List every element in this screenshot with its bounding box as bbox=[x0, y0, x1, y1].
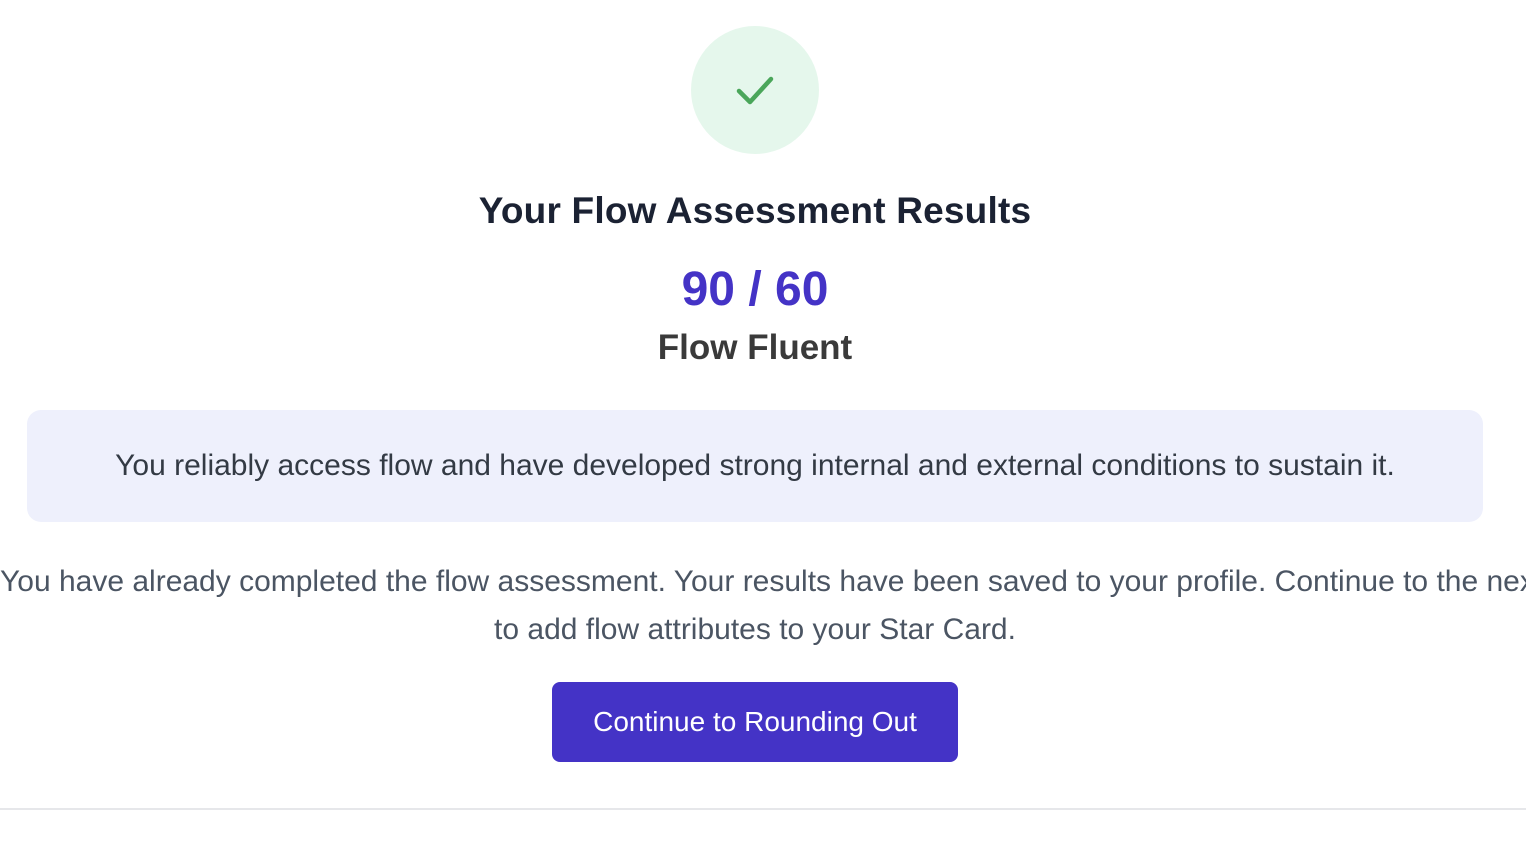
completion-info-line-1: You have already completed the flow asse… bbox=[0, 565, 1526, 598]
level-description-panel: You reliably access flow and have develo… bbox=[27, 410, 1483, 522]
divider bbox=[0, 808, 1526, 810]
score-value: 90 / 60 bbox=[681, 263, 829, 316]
success-badge bbox=[691, 26, 819, 154]
flow-level: Flow Fluent bbox=[657, 328, 853, 367]
level-description: You reliably access flow and have develo… bbox=[115, 449, 1395, 482]
assessment-results-page: Your Flow Assessment Results 90 / 60 Flo… bbox=[0, 0, 1526, 848]
completion-info: You have already completed the flow asse… bbox=[0, 558, 1526, 654]
continue-to-rounding-out-button[interactable]: Continue to Rounding Out bbox=[552, 682, 958, 762]
checkmark-icon bbox=[736, 76, 774, 105]
results-title: Your Flow Assessment Results bbox=[478, 190, 1032, 231]
completion-info-line-2: to add flow attributes to your Star Card… bbox=[494, 613, 1016, 646]
